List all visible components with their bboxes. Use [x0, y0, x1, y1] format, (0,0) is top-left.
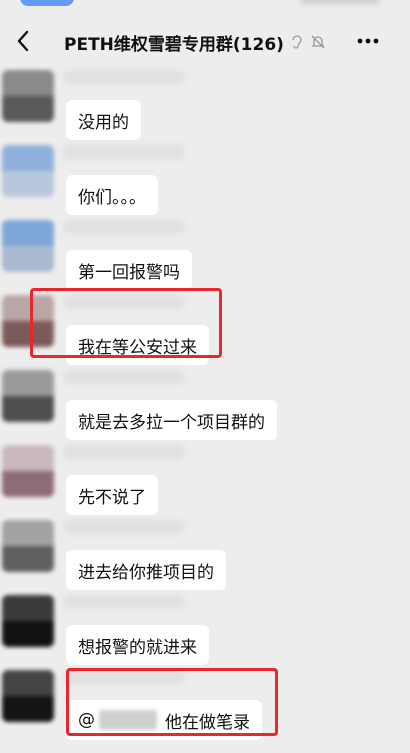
message-text: 你们。。。: [78, 187, 146, 208]
status-pill: [20, 0, 74, 6]
status-bar: [0, 0, 410, 14]
sender-name: [64, 445, 184, 459]
message-row: 进去给你推项目的: [0, 520, 410, 595]
highlight-box: [66, 668, 278, 736]
message-text: 就是去多拉一个项目群的: [78, 412, 265, 433]
message-row: 你们。。。: [0, 145, 410, 220]
sender-name: [64, 370, 184, 384]
back-button[interactable]: [8, 26, 38, 56]
message-row: 第一回报警吗: [0, 220, 410, 295]
group-name: PETH维权雪碧专用群(126): [64, 34, 284, 55]
avatar[interactable]: [2, 370, 54, 422]
message-text: 没用的: [78, 112, 129, 133]
message-row: 先不说了: [0, 445, 410, 520]
chevron-left-icon: [17, 30, 29, 52]
sender-name: [64, 70, 184, 84]
message-bubble[interactable]: 进去给你推项目的: [66, 550, 226, 590]
message-text: 第一回报警吗: [78, 262, 180, 283]
mute-bell-icon: [311, 35, 325, 49]
ear-icon: [292, 35, 302, 49]
message-bubble[interactable]: 想报警的就进来: [66, 625, 209, 665]
message-bubble[interactable]: 没用的: [66, 100, 141, 140]
more-button[interactable]: [352, 26, 384, 56]
avatar[interactable]: [2, 445, 54, 497]
message-bubble[interactable]: 先不说了: [66, 475, 158, 515]
sender-name: [64, 220, 184, 234]
message-text: 想报警的就进来: [78, 637, 197, 658]
chat-title: PETH维权雪碧专用群(126): [64, 28, 326, 56]
message-row: 没用的: [0, 70, 410, 145]
sender-name: [64, 520, 184, 534]
status-icons: [300, 0, 380, 4]
avatar[interactable]: [2, 70, 54, 122]
sender-name: [64, 595, 184, 609]
message-list[interactable]: 没用的 你们。。。 第一回报警吗 我在等公安过来 就是去多拉一个项目群的 先不说…: [0, 60, 410, 753]
ellipsis-icon: [357, 38, 379, 44]
message-text: 进去给你推项目的: [78, 562, 214, 583]
avatar[interactable]: [2, 145, 54, 197]
message-bubble[interactable]: 第一回报警吗: [66, 250, 192, 290]
message-bubble[interactable]: 你们。。。: [66, 175, 158, 215]
avatar[interactable]: [2, 595, 54, 647]
message-text: 先不说了: [78, 487, 146, 508]
highlight-box: [30, 288, 222, 358]
avatar[interactable]: [2, 520, 54, 572]
message-bubble[interactable]: 就是去多拉一个项目群的: [66, 400, 277, 440]
sender-name: [64, 145, 184, 159]
avatar[interactable]: [2, 670, 54, 722]
message-row: 就是去多拉一个项目群的: [0, 370, 410, 445]
avatar[interactable]: [2, 220, 54, 272]
message-row: 想报警的就进来: [0, 595, 410, 670]
